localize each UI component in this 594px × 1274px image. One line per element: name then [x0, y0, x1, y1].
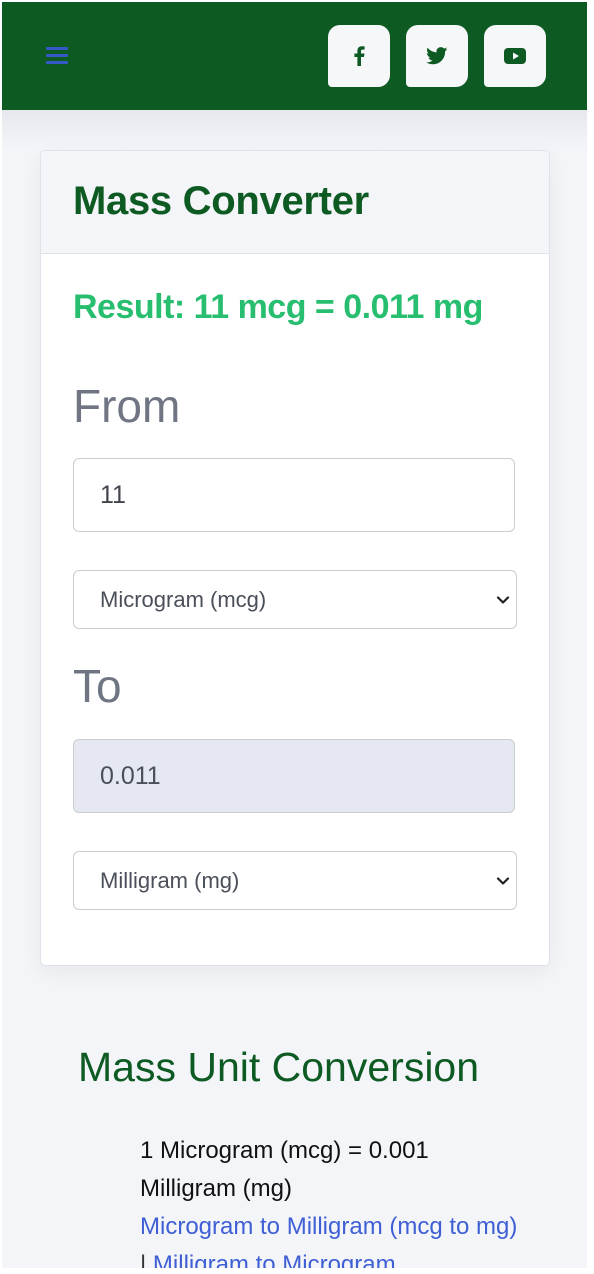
to-unit-select[interactable]: Milligram (mg)	[73, 851, 517, 910]
page: Mass Converter Result: 11 mcg = 0.011 mg…	[2, 2, 587, 1268]
link-separator: |	[140, 1251, 147, 1268]
header-shadow	[2, 110, 587, 150]
from-unit-value: Microgram (mcg)	[100, 587, 267, 612]
to-label: To	[73, 660, 122, 712]
viewport-edge-bottom	[0, 1268, 594, 1274]
facebook-button[interactable]	[328, 25, 390, 87]
conversion-links: Microgram to Milligram (mcg to mg) | Mil…	[140, 1208, 520, 1268]
youtube-button[interactable]	[484, 25, 546, 87]
twitter-button[interactable]	[406, 25, 468, 87]
conversion-equation: 1 Microgram (mcg) = 0.001 Milligram (mg)	[140, 1137, 429, 1202]
mcg-to-mg-link[interactable]: Microgram to Milligram (mcg to mg)	[140, 1213, 517, 1240]
hamburger-menu-icon[interactable]	[46, 44, 70, 66]
converter-title: Mass Converter	[73, 179, 369, 223]
card-header: Mass Converter	[41, 151, 549, 254]
chevron-down-icon	[496, 877, 510, 885]
mg-to-mcg-link[interactable]: Milligram to Microgram	[153, 1251, 396, 1268]
facebook-icon	[354, 46, 365, 66]
from-value-input[interactable]	[73, 458, 515, 532]
to-value-output[interactable]	[73, 739, 515, 813]
unit-conversion-heading: Mass Unit Conversion	[78, 1044, 480, 1090]
viewport-edge-right	[587, 0, 594, 1274]
from-unit-select[interactable]: Microgram (mcg)	[73, 570, 517, 629]
youtube-icon	[504, 48, 526, 64]
result-text: Result: 11 mcg = 0.011 mg	[73, 288, 483, 326]
converter-card: Mass Converter Result: 11 mcg = 0.011 mg…	[40, 150, 550, 966]
to-unit-value: Milligram (mg)	[100, 868, 240, 893]
top-navbar	[2, 2, 587, 110]
twitter-icon	[426, 47, 448, 65]
from-label: From	[73, 380, 181, 432]
chevron-down-icon	[496, 596, 510, 604]
